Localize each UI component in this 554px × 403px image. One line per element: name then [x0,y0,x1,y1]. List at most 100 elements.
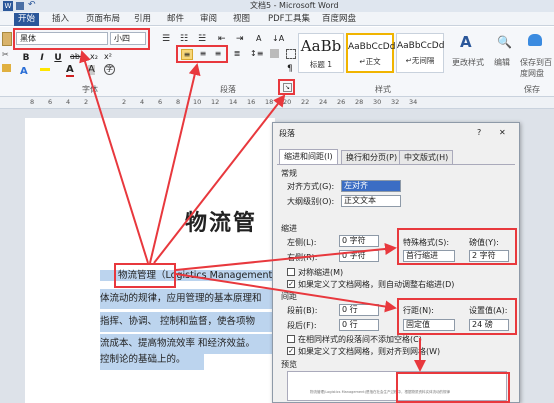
baidu-save-icon[interactable] [528,34,542,46]
style-heading-1[interactable]: AaBb 标题 1 [298,33,344,73]
document-line[interactable]: 体流动的规律，应用管理的基本原理和 [100,289,278,309]
multilevel-list-icon[interactable]: ☱ [198,34,206,44]
tab-line-page-breaks[interactable]: 换行和分页(P) [341,150,403,164]
right-indent-label: 右侧(R): [287,253,318,262]
style-normal[interactable]: AaBbCcDd ↵正文 [346,33,395,73]
spacing-heading: 间距 [281,292,297,301]
ruler-number: 8 [176,98,181,106]
justify-icon[interactable]: ≣ [231,49,243,60]
text-effects-icon[interactable]: A [20,66,28,77]
show-marks-icon[interactable]: ¶ [287,64,293,74]
right-indent-input[interactable]: 0 字符 [339,250,379,262]
snap-grid-label: 如果定义了文档网格，则对齐到网格(W) [298,347,441,356]
styles-group-label: 样式 [375,85,391,94]
tab-content-border [277,164,515,165]
word-app-icon: W [3,1,13,11]
outline-level-select[interactable]: 正文文本 [341,195,401,207]
left-indent-label: 左侧(L): [287,238,317,247]
alignment-label: 对齐方式(G): [287,182,335,191]
style-preview: AaBbCcDd [397,41,445,51]
horizontal-ruler[interactable]: 8 6 4 2 2 4 6 8 10 12 14 16 18 20 22 24 … [0,97,554,109]
left-indent-input[interactable]: 0 字符 [339,235,379,247]
tab-baidu-netdisk[interactable]: 百度网盘 [322,13,356,26]
after-input[interactable]: 0 行 [339,319,379,331]
style-no-spacing[interactable]: AaBbCcDd ↵无间隔 [396,33,444,73]
snap-grid-checkbox[interactable]: ✓ [287,347,295,355]
title-bar: W ↶ 文档5 - Microsoft Word [0,0,554,12]
tab-references[interactable]: 引用 [134,13,151,26]
ruler-number: 6 [158,98,163,106]
numbering-icon[interactable]: ☷ [180,34,188,44]
ruler-number: 10 [193,98,202,106]
font-color-icon[interactable]: A [66,65,74,77]
style-label: ↵无间隔 [405,56,435,65]
bold-button[interactable]: B [20,52,32,64]
cut-icon[interactable]: ✂ [2,50,9,59]
edit-label[interactable]: 编辑 [494,57,510,68]
superscript-icon[interactable]: x² [104,52,112,61]
tab-view[interactable]: 视图 [233,13,250,26]
ruler-number: 14 [229,98,238,106]
strikethrough-icon[interactable]: abc [70,52,84,61]
font-highlight-box [13,28,150,50]
paragraph-group-label: 段落 [220,85,236,94]
tab-insert[interactable]: 插入 [52,13,69,26]
tab-home[interactable]: 开始 [14,13,40,26]
ruler-number: 12 [211,98,220,106]
shading-icon[interactable] [270,49,279,58]
save-icon[interactable] [16,2,24,10]
highlight-color-icon[interactable] [40,68,50,71]
change-styles-icon[interactable]: A [460,33,472,51]
before-input[interactable]: 0 行 [339,304,379,316]
no-space-checkbox[interactable] [287,335,295,343]
document-title: 物流管 [185,210,258,236]
paste-icon[interactable] [2,32,12,46]
auto-right-indent-checkbox[interactable]: ✓ [287,280,295,288]
close-button[interactable]: ✕ [499,128,506,137]
change-styles-label[interactable]: 更改样式 [452,57,484,68]
document-line[interactable]: 指挥、协调、 控制和监督，使各项物 [100,312,278,332]
chinese-layout-icon[interactable]: A [256,34,261,43]
line-spacing-icon[interactable]: ↕≡ [250,49,263,58]
special-indent-highlight-box [397,228,517,265]
format-painter-icon[interactable] [2,64,11,72]
mirror-indent-label: 对称缩进(M) [298,268,344,277]
increase-indent-icon[interactable]: ⇥ [236,34,244,44]
decrease-indent-icon[interactable]: ⇤ [218,34,226,44]
bullets-icon[interactable]: ☰ [162,34,170,44]
help-button[interactable]: ? [477,128,481,137]
subscript-icon[interactable]: x₂ [90,52,98,61]
mirror-indent-checkbox[interactable] [287,268,295,276]
document-line[interactable]: 控制论的基础上的。 [100,350,204,370]
save-to-baidu-line2[interactable]: 度网盘 [520,68,544,79]
ruler-number: 8 [30,98,35,106]
tab-indents-spacing[interactable]: 缩进和间距(I) [279,149,338,164]
font-group-label: 字体 [82,85,98,94]
char-shading-icon[interactable]: A [88,65,95,75]
auto-right-indent-label: 如果定义了文档网格，则自动调整右缩进(D) [298,280,455,289]
alignment-select[interactable]: 左对齐 [341,180,401,192]
tab-mailings[interactable]: 邮件 [167,13,184,26]
ruler-number: 16 [247,98,256,106]
tab-page-layout[interactable]: 页面布局 [86,13,120,26]
italic-button[interactable]: I [36,52,48,64]
tab-asian-typography[interactable]: 中文版式(H) [399,150,454,164]
save-to-baidu-line1[interactable]: 保存到百 [520,57,552,68]
borders-icon[interactable] [286,49,296,59]
ruler-number: 22 [301,98,310,106]
preview-highlight-box [396,372,510,403]
tab-pdf-tools[interactable]: PDF工具集 [268,13,310,26]
find-icon[interactable]: 🔍 [497,35,512,49]
style-label: ↵正文 [359,57,381,66]
preview-heading: 预览 [281,360,297,369]
ruler-number: 18 [265,98,274,106]
undo-icon[interactable]: ↶ [28,0,36,10]
save-group-label: 保存 [524,85,540,94]
launcher-highlight-box [278,79,295,95]
alignment-highlight-box [176,45,228,63]
underline-button[interactable]: U [52,52,64,64]
tab-review[interactable]: 审阅 [200,13,217,26]
enclose-char-icon[interactable]: 字 [104,64,115,75]
ruler-number: 34 [409,98,418,106]
sort-icon[interactable]: ↓A [272,34,284,43]
